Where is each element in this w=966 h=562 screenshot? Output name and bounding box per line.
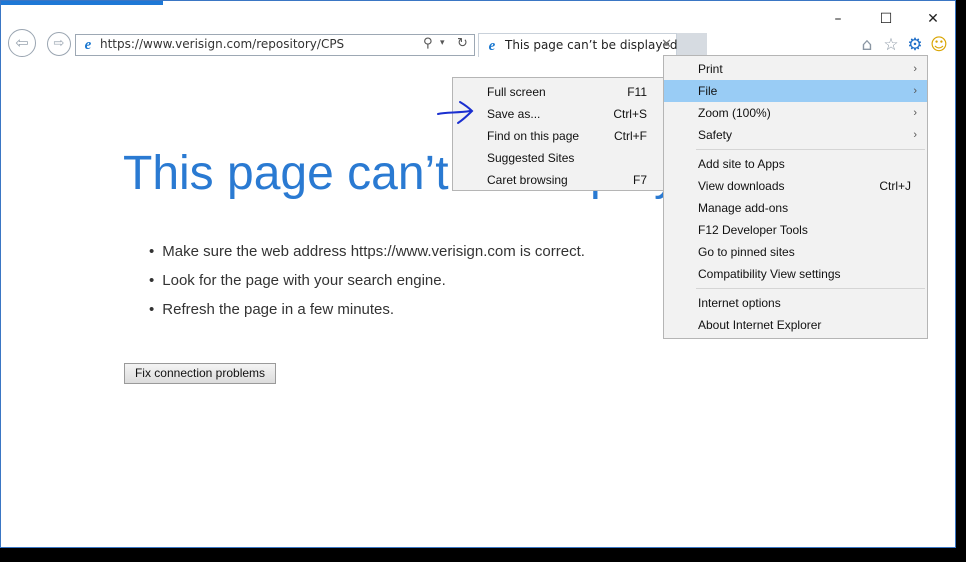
back-button[interactable]: ⇦ [8, 29, 36, 57]
menu-item-label: Go to pinned sites [698, 245, 795, 259]
menu-item-label: Compatibility View settings [698, 267, 841, 281]
menu-item-label: Suggested Sites [487, 151, 575, 165]
favorites-star-icon[interactable]: ☆ [881, 35, 901, 55]
shortcut-label: Ctrl+J [879, 179, 911, 193]
shortcut-label: F11 [627, 85, 647, 99]
list-item: Look for the page with your search engin… [149, 270, 585, 299]
smiley-feedback-icon[interactable]: ☺ [929, 35, 949, 55]
new-tab-button[interactable] [677, 33, 707, 57]
home-icon[interactable]: ⌂ [857, 35, 877, 55]
menu-item-label: About Internet Explorer [698, 318, 822, 332]
tools-menu: Print › File › Zoom (100%) › Safety › Add si… [663, 55, 928, 339]
back-arrow-icon: ⇦ [15, 33, 29, 52]
menu-item-safety[interactable]: Safety › [664, 124, 927, 146]
menu-item-about-ie[interactable]: About Internet Explorer [664, 314, 927, 336]
menu-item-internet-options[interactable]: Internet options [664, 292, 927, 314]
list-item: Make sure the web address https://www.ve… [149, 241, 585, 270]
ie-tab-icon: e [488, 38, 496, 54]
menu-item-suggested-sites[interactable]: Suggested Sites [453, 147, 663, 169]
fix-connection-button[interactable]: Fix connection problems [124, 363, 276, 384]
minimize-button[interactable]: – [823, 9, 853, 29]
menu-item-zoom[interactable]: Zoom (100%) › [664, 102, 927, 124]
menu-separator [696, 288, 925, 289]
chevron-right-icon: › [913, 129, 917, 141]
suggestion-list: Make sure the web address https://www.ve… [149, 241, 585, 328]
menu-item-f12-developer-tools[interactable]: F12 Developer Tools [664, 219, 927, 241]
chevron-right-icon: › [913, 85, 917, 97]
menu-item-label: View downloads [698, 179, 785, 193]
chevron-right-icon: › [913, 107, 917, 119]
maximize-button[interactable]: ☐ [871, 9, 901, 29]
menu-item-label: Find on this page [487, 129, 580, 143]
close-tab-icon[interactable]: ✕ [661, 37, 672, 52]
title-bar-accent [1, 1, 163, 5]
menu-item-pinned-sites[interactable]: Go to pinned sites [664, 241, 927, 263]
ie-icon: e [84, 37, 92, 53]
gear-icon[interactable]: ⚙ [905, 35, 925, 55]
menu-item-label: File [698, 84, 718, 98]
forward-arrow-icon: ⇨ [53, 36, 65, 51]
shortcut-label: Ctrl+S [613, 107, 647, 121]
menu-item-view-downloads[interactable]: View downloads Ctrl+J [664, 175, 927, 197]
menu-item-print[interactable]: Print › [664, 58, 927, 80]
chevron-down-icon[interactable]: ▾ [440, 38, 445, 48]
tab-title: This page can’t be displayed [505, 38, 678, 52]
address-bar[interactable]: e https://www.verisign.com/repository/CP… [75, 34, 475, 56]
browser-window: – ☐ ✕ ⇦ ⇨ e https://www.verisign.com/rep… [0, 0, 956, 548]
menu-item-label: Safety [698, 128, 733, 142]
menu-item-label: Zoom (100%) [698, 106, 771, 120]
annotation-arrow-icon [437, 101, 474, 124]
file-submenu: Full screen F11 Save as... Ctrl+S Find on … [452, 77, 664, 191]
list-item: Refresh the page in a few minutes. [149, 299, 585, 328]
close-window-button[interactable]: ✕ [918, 9, 948, 29]
menu-item-manage-add-ons[interactable]: Manage add-ons [664, 197, 927, 219]
menu-item-label: Internet options [698, 296, 781, 310]
refresh-icon[interactable]: ↻ [457, 36, 468, 51]
menu-item-label: Print [698, 62, 723, 76]
search-icon[interactable]: ⚲ [423, 36, 433, 51]
menu-item-label: Manage add-ons [698, 201, 789, 215]
shortcut-label: Ctrl+F [614, 129, 647, 143]
shortcut-label: F7 [632, 173, 647, 187]
menu-item-compatibility-view[interactable]: Compatibility View settings [664, 263, 927, 285]
menu-item-label: F12 Developer Tools [698, 223, 808, 237]
menu-item-label: Caret browsing [487, 173, 568, 187]
menu-item-save-as[interactable]: Save as... Ctrl+S [453, 103, 663, 125]
menu-item-file[interactable]: File › [664, 80, 927, 102]
forward-button[interactable]: ⇨ [47, 32, 71, 56]
menu-item-caret-browsing[interactable]: Caret browsing F7 [453, 169, 663, 191]
chevron-right-icon: › [913, 63, 917, 75]
menu-item-label: Save as... [487, 107, 541, 121]
tab-active[interactable]: e This page can’t be displayed ✕ [478, 33, 677, 57]
menu-item-add-site-to-apps[interactable]: Add site to Apps [664, 153, 927, 175]
menu-item-full-screen[interactable]: Full screen F11 [453, 81, 663, 103]
address-url[interactable]: https://www.verisign.com/repository/CPS [100, 37, 344, 51]
menu-item-label: Full screen [487, 85, 546, 99]
menu-item-find-on-page[interactable]: Find on this page Ctrl+F [453, 125, 663, 147]
menu-item-label: Add site to Apps [698, 157, 785, 171]
menu-separator [696, 149, 925, 150]
